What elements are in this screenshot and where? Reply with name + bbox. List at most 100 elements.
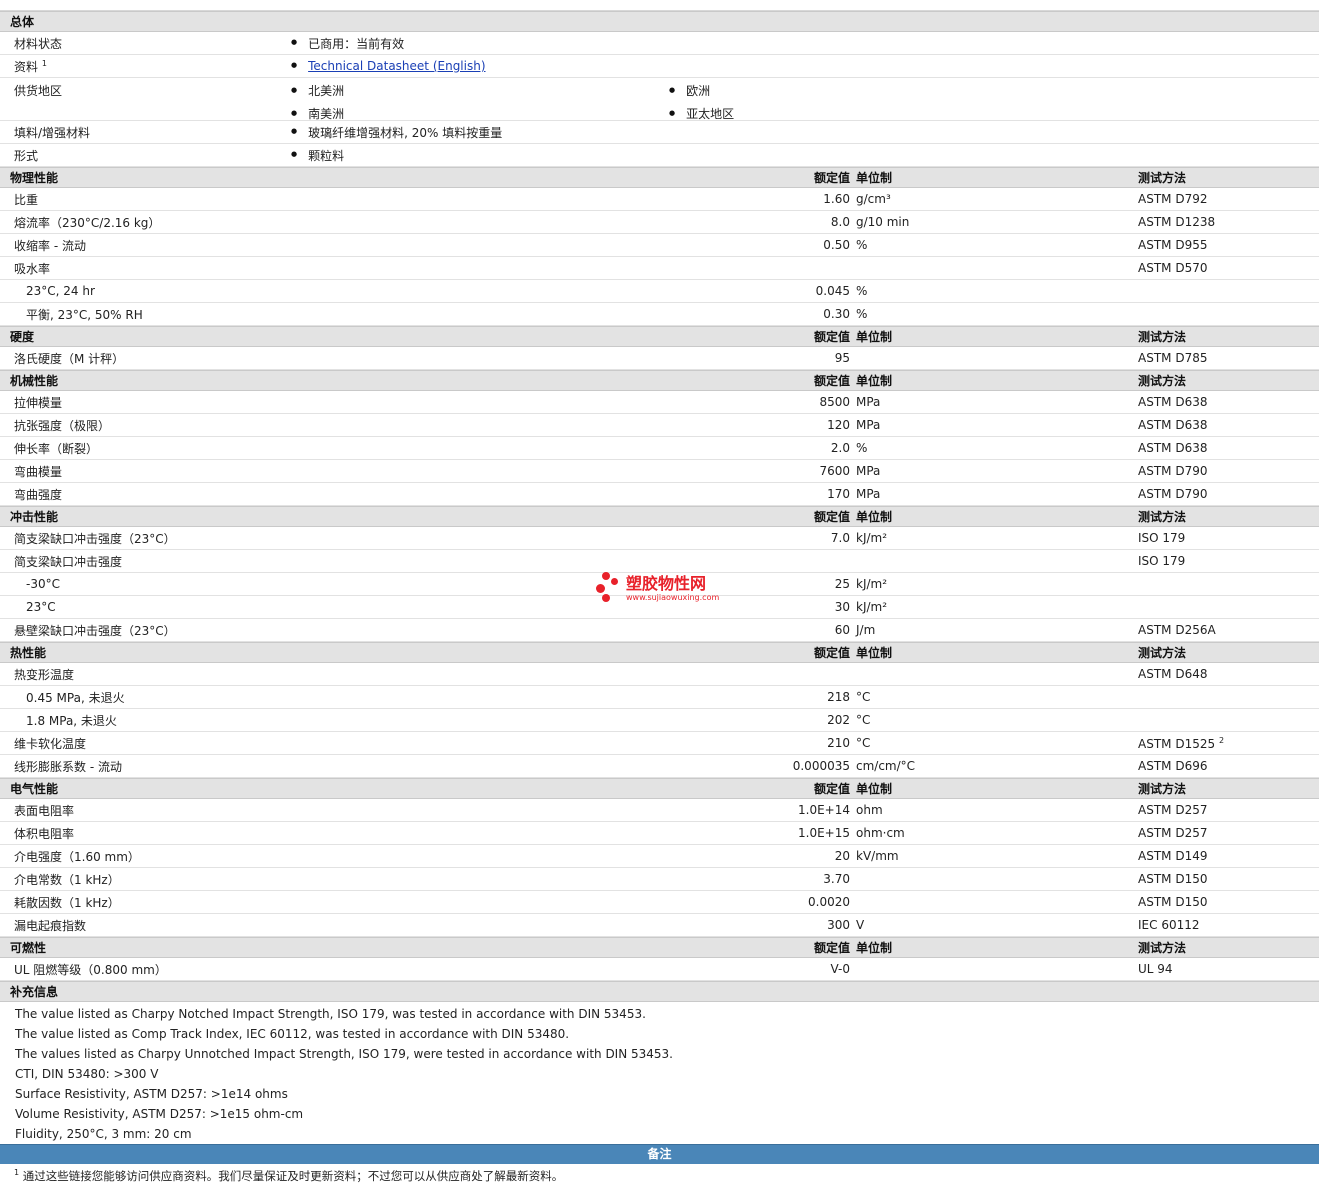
table-row: 23°C, 24 hr 0.045% [0,280,1319,303]
property-name: 0.45 MPa, 未退火 [26,690,125,705]
section-title: 补充信息 [10,985,59,999]
test-method: ASTM D638 [1138,395,1208,409]
note-line: Fluidity, 250°C, 3 mm: 20 cm [15,1127,192,1141]
property-unit: g/10 min [856,215,910,229]
property-name: 比重 [14,192,39,207]
property-value: 2.0 [830,441,850,455]
general-row-regions: 供货地区 北美洲 欧洲 南美洲 亚太地区 [0,78,1319,121]
section-header: 冲击性能 额定值 单位制 测试方法 [0,506,1319,527]
property-unit: % [856,441,868,455]
general-row-form: 形式 颗粒料 [0,144,1319,167]
section-title: 可燃性 [10,941,47,955]
section-header: 物理性能 额定值 单位制 测试方法 [0,167,1319,188]
table-row: UL 阻燃等级（0.800 mm） V-0 UL 94 [0,958,1319,981]
property-value: 30 [834,600,850,614]
property-value: 210 [827,736,850,750]
section-title: 总体 [10,15,35,29]
section-header: 电气性能 额定值 单位制 测试方法 [0,778,1319,799]
list-item: 颗粒料 [291,147,344,164]
property-name: 吸水率 [14,261,51,276]
property-value: 1.0E+15 [798,826,850,840]
col-header-unit: 单位制 [856,374,893,388]
table-row: 弯曲强度 170 MPa ASTM D790 [0,483,1319,506]
general-section: 总体 材料状态 已商用：当前有效 资料 1 Technical Datashee… [0,11,1319,167]
col-header-value: 额定值 [813,171,850,185]
property-name: 悬壁梁缺口冲击强度（23°C） [14,623,176,638]
table-row: 收缩率 - 流动 0.50% ASTM D955 [0,234,1319,257]
property-value: 7.0 [830,531,850,545]
property-value: 8.0 [830,215,850,229]
table-row: 熔流率（230°C/2.16 kg） 8.0 g/10 min ASTM D1238 [0,211,1319,234]
col-header-test: 测试方法 [1138,510,1187,524]
property-name: 1.8 MPa, 未退火 [26,713,117,728]
property-value: 1.0E+14 [798,803,850,817]
watermark-logo: 塑胶物性网 www.sujiaowuxing.com [596,572,719,604]
property-name: 简支梁缺口冲击强度 [14,554,123,569]
col-header-value: 额定值 [813,330,850,344]
test-method: ASTM D790 [1138,464,1208,478]
property-name: 23°C, 24 hr [26,284,95,298]
table-row: 维卡软化温度 210 °C ASTM D1525 2 [0,732,1319,755]
test-method: UL 94 [1138,962,1173,976]
property-name: 熔流率（230°C/2.16 kg） [14,215,161,230]
property-unit: MPa [856,464,881,478]
section-header: 热性能 额定值 单位制 测试方法 [0,642,1319,663]
property-value: 25 [834,577,850,591]
col-header-unit: 单位制 [856,171,893,185]
test-method: ASTM D150 [1138,895,1208,909]
list-item: 南美洲 [291,105,669,122]
footnote: 1 通过这些链接您能够访问供应商资料。我们尽量保证及时更新资料；不过您可以从供应… [0,1164,1319,1184]
test-method: ASTM D257 [1138,826,1208,840]
property-name: 弯曲强度 [14,487,63,502]
property-name: 体积电阻率 [14,826,75,841]
section-title: 物理性能 [10,171,59,185]
property-unit: °C [856,713,871,727]
section-header-general: 总体 [0,11,1319,32]
table-row: 弯曲模量 7600 MPa ASTM D790 [0,460,1319,483]
test-method: ASTM D790 [1138,487,1208,501]
general-row-filler: 填料/增强材料 玻璃纤维增强材料, 20% 填料按重量 [0,121,1319,144]
table-row: 热变形温度 ASTM D648 [0,663,1319,686]
property-name: 平衡, 23°C, 50% RH [26,307,143,322]
section-header-supplement: 补充信息 [0,981,1319,1002]
property-unit: % [856,238,868,252]
property-value: 1.60 [823,192,850,206]
note-line: Volume Resistivity, ASTM D257: >1e15 ohm… [15,1107,304,1121]
test-method: ASTM D648 [1138,667,1208,681]
col-header-value: 额定值 [813,510,850,524]
col-header-test: 测试方法 [1138,374,1187,388]
property-unit: °C [856,690,871,704]
col-header-test: 测试方法 [1138,941,1187,955]
test-method: ASTM D1238 [1138,215,1216,229]
footnote-marker: 2 [1218,735,1225,745]
col-header-unit: 单位制 [856,510,893,524]
table-row: 漏电起痕指数 300 V IEC 60112 [0,914,1319,937]
property-unit: ohm·cm [856,826,905,840]
list-item: 欧洲 [669,82,969,99]
property-name: 线形膨胀系数 - 流动 [14,759,122,774]
col-header-test: 测试方法 [1138,782,1187,796]
col-header-test: 测试方法 [1138,171,1187,185]
test-method: ASTM D150 [1138,872,1208,886]
technical-datasheet-link[interactable]: Technical Datasheet (English) [308,59,485,73]
property-name: 拉伸模量 [14,395,63,410]
watermark-url: www.sujiaowuxing.com [626,592,720,602]
col-header-value: 额定值 [813,646,850,660]
table-row: 耗散因数（1 kHz） 0.0020 ASTM D150 [0,891,1319,914]
table-row: 介电常数（1 kHz） 3.70 ASTM D150 [0,868,1319,891]
table-row: 吸水率 ASTM D570 [0,257,1319,280]
test-method: ASTM D785 [1138,351,1208,365]
test-method: ASTM D1525 2 [1138,735,1225,751]
test-method: ASTM D955 [1138,238,1208,252]
property-name: 介电强度（1.60 mm） [14,849,140,864]
property-value: 95 [834,351,850,365]
table-row: 拉伸模量 8500 MPa ASTM D638 [0,391,1319,414]
table-row: 伸长率（断裂） 2.0% ASTM D638 [0,437,1319,460]
col-header-value: 额定值 [813,374,850,388]
footnote-text: 通过这些链接您能够访问供应商资料。我们尽量保证及时更新资料；不过您可以从供应商处… [22,1169,564,1183]
property-name: 弯曲模量 [14,464,63,479]
datasheet-page: 总体 材料状态 已商用：当前有效 资料 1 Technical Datashee… [0,0,1319,1183]
property-name: 介电常数（1 kHz） [14,872,120,887]
list-item: 北美洲 [291,82,669,99]
property-value: 218 [827,690,850,704]
